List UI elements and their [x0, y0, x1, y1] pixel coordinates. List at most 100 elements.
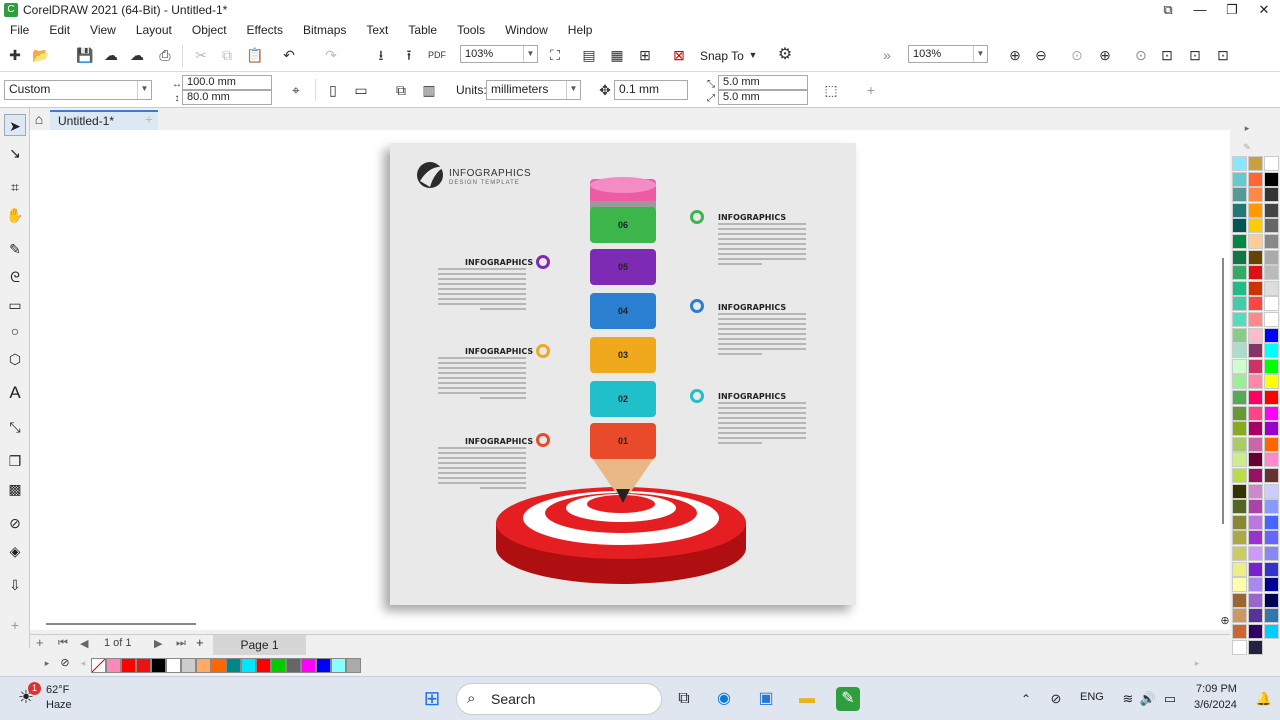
color-swatch[interactable] — [1248, 608, 1263, 624]
color-swatch[interactable] — [1264, 218, 1279, 234]
page-height-field[interactable]: 80.0 mm — [182, 90, 272, 105]
connector-tool-icon[interactable]: ⤡ — [4, 416, 26, 438]
color-swatch[interactable] — [1232, 296, 1247, 312]
color-swatch[interactable] — [1248, 327, 1263, 343]
color-swatch[interactable] — [1248, 452, 1263, 468]
color-swatch[interactable] — [241, 658, 256, 673]
color-swatch[interactable] — [1248, 514, 1263, 530]
color-swatch[interactable] — [1248, 265, 1263, 281]
color-swatch[interactable] — [1232, 421, 1247, 437]
chevron-down-icon[interactable]: ▼ — [566, 81, 580, 99]
zoom-all-icon[interactable]: ⊕ — [1094, 44, 1116, 66]
color-swatch[interactable] — [271, 658, 286, 673]
fill-tool-icon[interactable]: ◈ — [4, 540, 26, 562]
color-swatch[interactable] — [136, 658, 151, 673]
document-page[interactable]: INFOGRAPHICS DESIGN TEMPLATE 06 05 04 03… — [390, 143, 856, 605]
color-swatch[interactable] — [1248, 561, 1263, 577]
menu-layout[interactable]: Layout — [136, 23, 172, 37]
color-swatch[interactable] — [1232, 561, 1247, 577]
clock-date[interactable]: 3/6/2024 — [1194, 699, 1237, 711]
first-page-icon[interactable]: ⏮ — [58, 637, 68, 650]
color-swatch[interactable] — [1248, 468, 1263, 483]
language-indicator[interactable]: ENG — [1080, 691, 1104, 703]
windows-start-icon[interactable]: ⊞ — [420, 687, 444, 711]
color-swatch[interactable] — [1232, 390, 1247, 405]
eyedropper-icon[interactable]: ⊘ — [4, 512, 26, 534]
previous-page-icon[interactable]: ◀ — [80, 637, 88, 650]
duplicate-x-field[interactable]: 5.0 mm — [718, 75, 808, 90]
rectangle-tool-icon[interactable]: ▭ — [4, 294, 26, 316]
new-tab-icon[interactable]: + — [138, 108, 160, 130]
color-swatch[interactable] — [1232, 187, 1247, 203]
color-swatch[interactable] — [1232, 608, 1247, 624]
color-swatch[interactable] — [1248, 156, 1263, 171]
add-tool-icon[interactable]: + — [4, 614, 26, 636]
home-icon[interactable]: ⌂ — [28, 108, 50, 130]
zoom-level-right-field[interactable]: 103% ▼ — [908, 45, 988, 63]
color-swatch[interactable] — [1264, 296, 1279, 312]
color-swatch[interactable] — [151, 658, 166, 673]
color-swatch[interactable] — [1248, 343, 1263, 359]
color-swatch[interactable] — [1248, 436, 1263, 452]
pan-tool-icon[interactable]: ✋ — [4, 204, 26, 226]
color-swatch[interactable] — [1232, 249, 1247, 265]
freehand-tool-icon[interactable]: ✎ — [4, 238, 26, 260]
color-swatch[interactable] — [1264, 374, 1279, 390]
color-swatch[interactable] — [1264, 436, 1279, 452]
all-pages-icon[interactable]: ⌖ — [285, 79, 307, 101]
color-swatch[interactable] — [1232, 577, 1247, 593]
color-swatch[interactable] — [1264, 546, 1279, 561]
restore-icon[interactable]: ⧉ — [1152, 0, 1184, 20]
color-swatch[interactable] — [1264, 592, 1279, 608]
color-swatch[interactable] — [346, 658, 361, 673]
color-swatch[interactable] — [1232, 499, 1247, 515]
volume-icon[interactable]: 🔊 — [1136, 687, 1160, 711]
crop-tool-icon[interactable]: ⌗ — [4, 176, 26, 198]
color-swatch[interactable] — [1232, 530, 1247, 546]
maximize-icon[interactable]: ❐ — [1216, 0, 1248, 20]
copy-icon[interactable]: ⧉ — [216, 44, 238, 66]
color-swatch[interactable] — [196, 658, 211, 673]
chevron-down-icon[interactable]: ▼ — [523, 46, 537, 62]
color-swatch[interactable] — [1264, 499, 1279, 515]
color-swatch[interactable] — [1248, 312, 1263, 327]
transparency-icon[interactable]: ▩ — [4, 478, 26, 500]
redo-icon[interactable]: ↷ — [320, 44, 342, 66]
text-tool-icon[interactable]: A — [4, 382, 26, 404]
color-swatch[interactable] — [1264, 608, 1279, 624]
color-swatch[interactable] — [1248, 358, 1263, 374]
color-swatch[interactable] — [1248, 171, 1263, 187]
color-swatch[interactable] — [1264, 577, 1279, 593]
color-swatch[interactable] — [1232, 171, 1247, 187]
color-swatch[interactable] — [1248, 530, 1263, 546]
paste-icon[interactable]: 📋 — [244, 44, 266, 66]
edge-browser-icon[interactable]: ◉ — [712, 687, 736, 711]
color-swatch[interactable] — [1264, 561, 1279, 577]
color-swatch[interactable] — [1264, 156, 1279, 171]
bleed-icon[interactable]: ▥ — [418, 79, 440, 101]
color-swatch[interactable] — [1264, 202, 1279, 218]
color-swatch[interactable] — [1264, 624, 1279, 639]
color-swatch[interactable] — [1232, 358, 1247, 374]
color-swatch[interactable] — [1232, 265, 1247, 281]
gear-icon[interactable]: ⚙ — [774, 44, 796, 66]
coreldraw-taskbar-icon[interactable]: ✎ — [836, 687, 860, 711]
next-page-icon[interactable]: ▶ — [154, 637, 162, 650]
color-swatch[interactable] — [1248, 187, 1263, 203]
duplicate-y-field[interactable]: 5.0 mm — [718, 90, 808, 105]
color-swatch[interactable] — [211, 658, 226, 673]
color-swatch[interactable] — [1248, 234, 1263, 249]
color-swatch[interactable] — [316, 658, 331, 673]
cloud-sync-icon[interactable]: ☁ — [126, 44, 148, 66]
color-swatch[interactable] — [256, 658, 271, 673]
export-icon[interactable]: ⭱ — [398, 44, 420, 66]
menu-text[interactable]: Text — [366, 23, 388, 37]
color-swatch[interactable] — [1232, 639, 1247, 655]
treat-as-filled-icon[interactable]: ⬚ — [820, 79, 842, 101]
color-swatch[interactable] — [1248, 592, 1263, 608]
menu-bitmaps[interactable]: Bitmaps — [303, 23, 346, 37]
color-swatch[interactable] — [1264, 249, 1279, 265]
undo-icon[interactable]: ↶ — [278, 44, 300, 66]
color-swatch[interactable] — [1264, 390, 1279, 405]
menu-file[interactable]: File — [10, 23, 29, 37]
